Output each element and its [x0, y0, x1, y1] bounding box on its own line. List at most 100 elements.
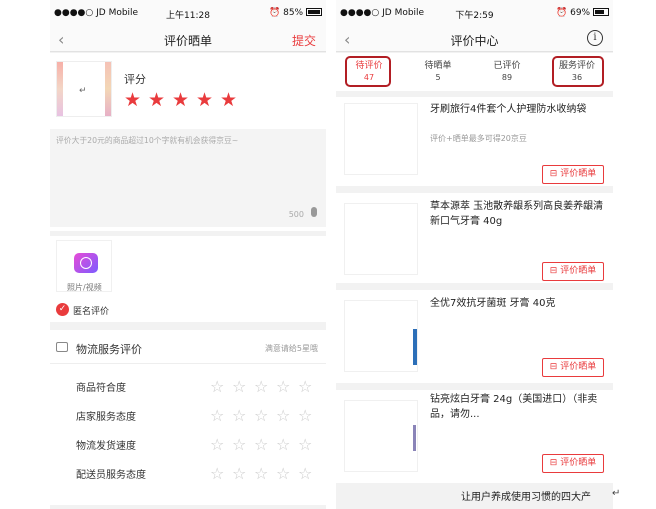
- star-outline-icon[interactable]: ☆: [276, 377, 290, 396]
- star-outline-icon[interactable]: ☆: [254, 435, 268, 454]
- product-subtitle: 评价+晒单最多可得20京豆: [430, 134, 527, 143]
- battery-indicator: ⏰ 85%: [269, 8, 322, 18]
- product-thumbnail: ↵: [56, 61, 112, 117]
- star-outline-icon[interactable]: ☆: [232, 406, 246, 425]
- product-image: [344, 400, 418, 472]
- service-star-rating[interactable]: ☆ ☆ ☆ ☆ ☆: [210, 464, 320, 483]
- review-button-label: 评价晒单: [560, 169, 597, 179]
- star-outline-icon[interactable]: ☆: [254, 406, 268, 425]
- edit-note-icon: ⊟: [549, 169, 558, 179]
- page-title: 评价中心: [450, 34, 499, 48]
- product-card[interactable]: 草本源萃 玉池散养龈系列高良姜养龈清新口气牙膏 40g ⊟ 评价晒单: [336, 193, 613, 283]
- service-title: 物流服务评价: [76, 343, 142, 356]
- microphone-icon[interactable]: [311, 207, 317, 217]
- service-hint: 满意请给5星哦: [264, 344, 318, 353]
- star-outline-icon[interactable]: ☆: [298, 377, 312, 396]
- star-outline-icon[interactable]: ☆: [298, 464, 312, 483]
- submit-button[interactable]: 提交: [292, 32, 316, 49]
- service-item-label: 配送员服务态度: [76, 470, 146, 481]
- package-icon: [56, 342, 68, 352]
- star-outline-icon[interactable]: ☆: [276, 406, 290, 425]
- info-icon[interactable]: i: [587, 30, 603, 46]
- right-phone-screen: ●●●●○ JD Mobile 下午2:59 ⏰ 69% ‹ 评价中心 i 待评…: [336, 0, 613, 509]
- review-button-label: 评价晒单: [560, 266, 597, 276]
- edit-note-icon: ⊟: [549, 266, 558, 276]
- battery-icon: [306, 8, 322, 16]
- battery-fill: [595, 10, 604, 14]
- edit-note-icon: ⊟: [549, 362, 558, 372]
- product-image-accent: [413, 425, 416, 451]
- product-image: [344, 103, 418, 175]
- status-bar: ●●●●○ JD Mobile 上午11:28 ⏰ 85%: [50, 0, 326, 26]
- tab-pending-photo[interactable]: 待晒单 5: [408, 58, 468, 82]
- check-circle-icon: ✓: [56, 303, 69, 316]
- product-title: 草本源萃 玉池散养龈系列高良姜养龈清新口气牙膏 40g: [430, 201, 604, 227]
- video-camera-icon: [74, 253, 98, 273]
- battery-icon: [593, 8, 609, 16]
- star-icon[interactable]: ★: [124, 89, 141, 111]
- product-title: 全优7效抗牙菌斑 牙膏 40克: [430, 298, 556, 309]
- product-card[interactable]: 全优7效抗牙菌斑 牙膏 40克 ⊟ 评价晒单: [336, 290, 613, 383]
- upload-media-button[interactable]: 照片/视频: [56, 240, 112, 292]
- edit-note-icon: ⊟: [549, 458, 558, 468]
- product-image-accent: [413, 329, 417, 365]
- star-icon[interactable]: ★: [172, 89, 189, 111]
- star-outline-icon[interactable]: ☆: [210, 464, 224, 483]
- tab-label: 待晒单: [424, 61, 452, 71]
- service-item: 配送员服务态度 ☆ ☆ ☆ ☆ ☆: [50, 464, 326, 484]
- star-outline-icon[interactable]: ☆: [254, 377, 268, 396]
- product-title: 钻亮炫白牙膏 24g（美国进口）（非卖品，请勿...: [430, 394, 598, 420]
- star-outline-icon[interactable]: ☆: [298, 406, 312, 425]
- star-outline-icon[interactable]: ☆: [276, 464, 290, 483]
- review-button[interactable]: ⊟ 评价晒单: [542, 358, 604, 377]
- footer-caption: 让用户养成使用习惯的四大产: [461, 492, 591, 503]
- review-textarea[interactable]: 评价大于20元的商品超过10个字就有机会获得京豆~ 500: [50, 129, 326, 227]
- star-outline-icon[interactable]: ☆: [232, 377, 246, 396]
- service-star-rating[interactable]: ☆ ☆ ☆ ☆ ☆: [210, 377, 320, 396]
- rating-label: 评分: [124, 73, 146, 86]
- star-icon[interactable]: ★: [148, 89, 165, 111]
- star-outline-icon[interactable]: ☆: [254, 464, 268, 483]
- battery-indicator: ⏰ 69%: [556, 8, 609, 18]
- highlight-box: [552, 56, 604, 87]
- review-form: ↵ 评分 ★ ★ ★ ★ ★ 评价大于20元的商品超过10个字就有机会获得京豆~…: [50, 53, 326, 231]
- product-card[interactable]: 牙刷旅行4件套个人护理防水收纳袋 评价+晒单最多可得20京豆 ⊟ 评价晒单: [336, 97, 613, 186]
- alarm-icon: ⏰: [556, 8, 568, 18]
- review-button[interactable]: ⊟ 评价晒单: [542, 262, 604, 281]
- nav-bar: ‹ 评价中心 i: [336, 26, 613, 52]
- service-star-rating[interactable]: ☆ ☆ ☆ ☆ ☆: [210, 406, 320, 425]
- product-card[interactable]: 钻亮炫白牙膏 24g（美国进口）（非卖品，请勿... ⊟ 评价晒单: [336, 390, 613, 483]
- media-section: 照片/视频 ✓ 匿名评价: [50, 236, 326, 322]
- star-outline-icon[interactable]: ☆: [210, 435, 224, 454]
- review-tabs: 待评价 47 待晒单 5 已评价 89 服务评价 36: [336, 53, 613, 91]
- service-item: 物流发货速度 ☆ ☆ ☆ ☆ ☆: [50, 435, 326, 455]
- star-outline-icon[interactable]: ☆: [298, 435, 312, 454]
- service-rating-section: 物流服务评价 满意请给5星哦 商品符合度 ☆ ☆ ☆ ☆ ☆ 店家服务态度 ☆ …: [50, 330, 326, 505]
- page-title: 评价晒单: [163, 34, 212, 48]
- review-button[interactable]: ⊟ 评价晒单: [542, 454, 604, 473]
- nav-bar: ‹ 评价晒单 提交: [50, 26, 326, 52]
- alarm-icon: ⏰: [269, 8, 281, 18]
- thumb-accent-left: [57, 62, 63, 116]
- star-icon[interactable]: ★: [220, 89, 237, 111]
- battery-percent: 85%: [283, 8, 304, 18]
- anonymous-label: 匿名评价: [73, 307, 110, 317]
- product-title: 牙刷旅行4件套个人护理防水收纳袋: [430, 104, 587, 115]
- battery-percent: 69%: [570, 8, 591, 18]
- product-image: [344, 203, 418, 275]
- star-icon[interactable]: ★: [196, 89, 213, 111]
- star-rating[interactable]: ★ ★ ★ ★ ★: [124, 89, 244, 111]
- star-outline-icon[interactable]: ☆: [276, 435, 290, 454]
- tab-reviewed[interactable]: 已评价 89: [477, 58, 537, 82]
- service-item-label: 商品符合度: [76, 383, 126, 394]
- service-star-rating[interactable]: ☆ ☆ ☆ ☆ ☆: [210, 435, 320, 454]
- star-outline-icon[interactable]: ☆: [232, 464, 246, 483]
- service-divider: [50, 363, 326, 364]
- star-outline-icon[interactable]: ☆: [210, 377, 224, 396]
- review-button-label: 评价晒单: [560, 362, 597, 372]
- star-outline-icon[interactable]: ☆: [210, 406, 224, 425]
- review-button-label: 评价晒单: [560, 458, 597, 468]
- anonymous-toggle[interactable]: ✓ 匿名评价: [56, 303, 136, 317]
- star-outline-icon[interactable]: ☆: [232, 435, 246, 454]
- review-button[interactable]: ⊟ 评价晒单: [542, 165, 604, 184]
